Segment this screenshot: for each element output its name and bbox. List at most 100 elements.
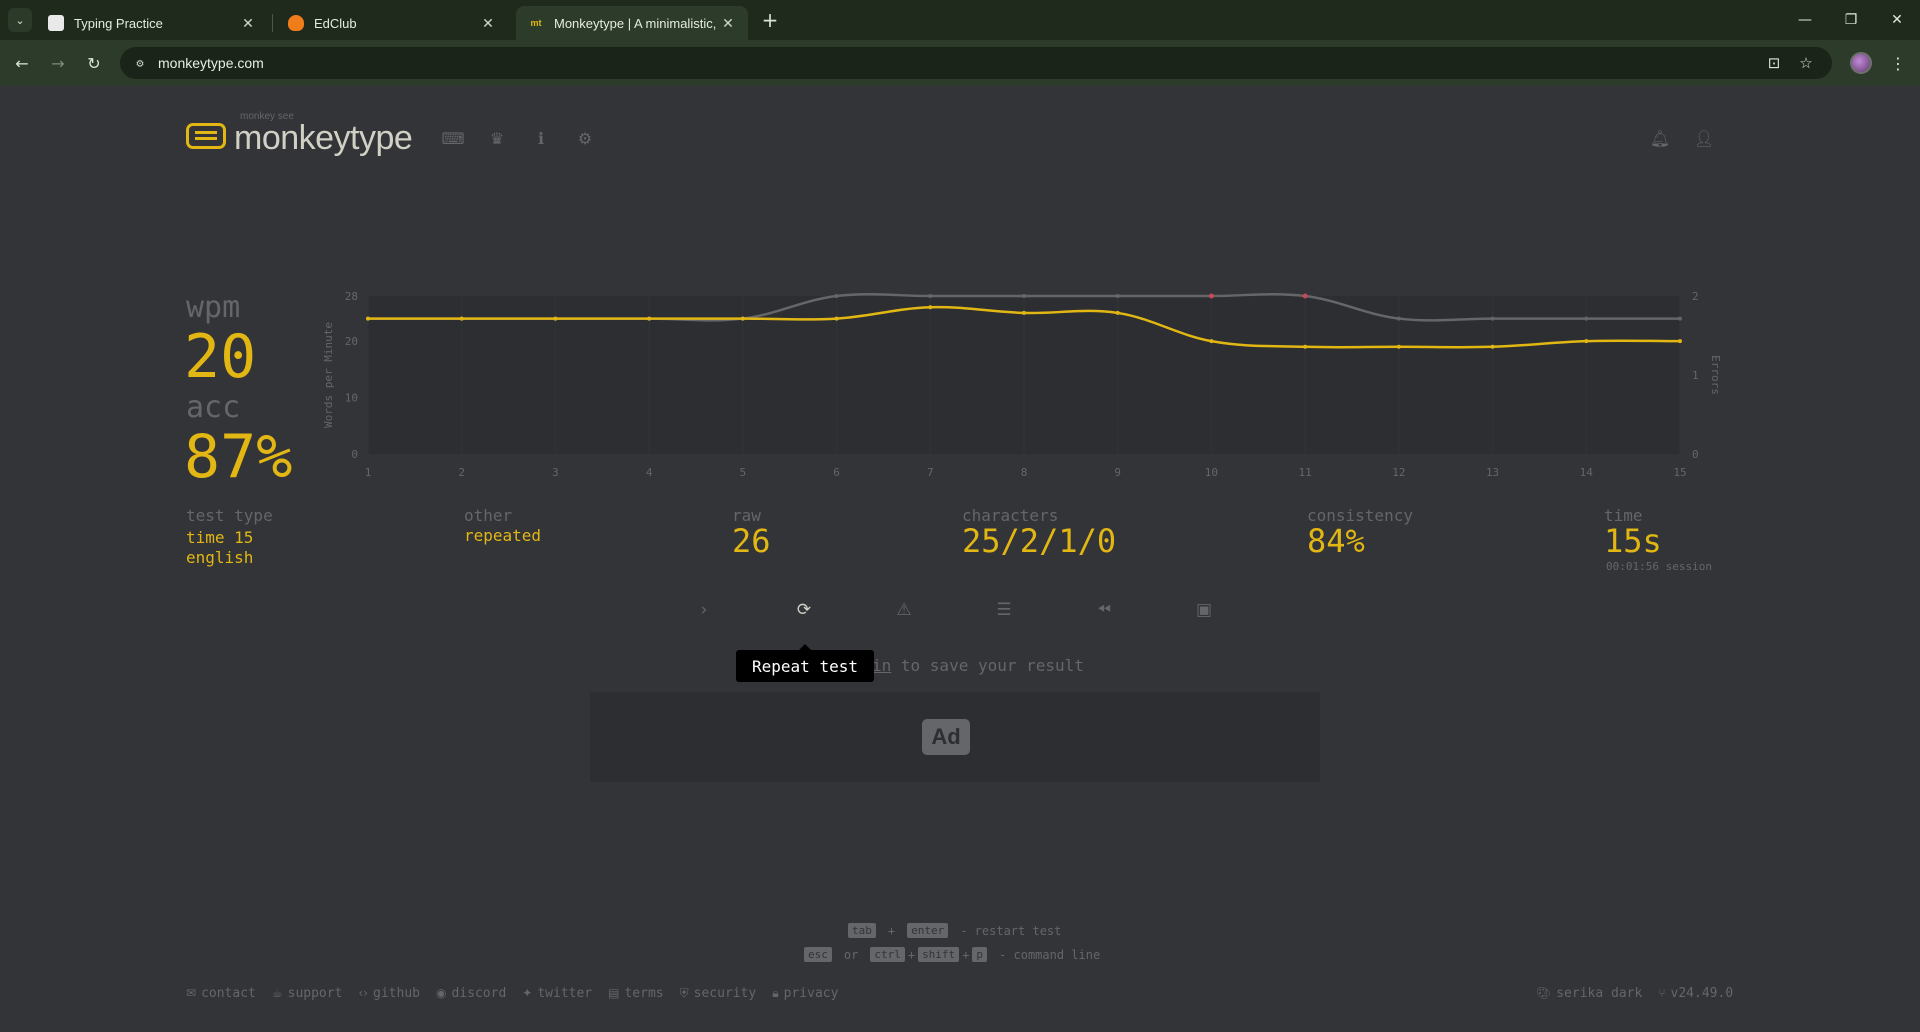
- key-shift: shift: [918, 947, 960, 962]
- tab-title: Typing Practice: [74, 15, 163, 31]
- install-app-icon[interactable]: ⊡: [1758, 47, 1790, 79]
- palette-icon: 🎨︎: [1536, 986, 1552, 1000]
- raw-wpm-point: [1678, 316, 1682, 321]
- other-value: repeated: [464, 526, 542, 545]
- restore-button[interactable]: ❐: [1828, 0, 1874, 40]
- x-tick-label: 7: [927, 466, 934, 479]
- tab-typing-practice[interactable]: Typing Practice ✕: [36, 6, 268, 40]
- reload-button[interactable]: ↻: [80, 49, 108, 77]
- window-close-button[interactable]: ✕: [1874, 0, 1920, 40]
- lock-icon: 🔒︎: [772, 986, 779, 1000]
- tab-separator: [272, 14, 273, 32]
- restart-text: - restart test: [960, 923, 1062, 938]
- error-point: [1302, 293, 1308, 299]
- x-tick-label: 14: [1580, 466, 1594, 479]
- code-branch-icon: ⑂: [1658, 986, 1666, 1000]
- restart-hint: tab + enter - restart test: [848, 923, 1066, 938]
- raw-wpm-point: [1115, 294, 1120, 298]
- tab-title: Monkeytype | A minimalistic, cu: [554, 15, 720, 31]
- footer-right: 🎨︎ serika dark ⑂ v24.49.0: [1536, 986, 1733, 1001]
- footer-contact[interactable]: ✉ contact: [186, 986, 256, 1001]
- info-icon[interactable]: ℹ: [529, 126, 553, 150]
- crown-icon[interactable]: ♛: [485, 126, 509, 150]
- wpm-point: [1115, 310, 1120, 315]
- theme-button[interactable]: 🎨︎ serika dark: [1536, 986, 1642, 1001]
- footer-twitter[interactable]: ✦ twitter: [522, 986, 592, 1001]
- version-button[interactable]: ⑂ v24.49.0: [1658, 986, 1733, 1001]
- tab-monkeytype[interactable]: mt Monkeytype | A minimalistic, cu ✕: [516, 6, 748, 40]
- settings-gear-icon[interactable]: ⚙: [573, 126, 597, 150]
- wpm-point: [834, 316, 839, 321]
- close-icon[interactable]: ✕: [240, 15, 256, 32]
- session-time: 00:01:56 session: [1606, 560, 1712, 573]
- consistency-value: 84%: [1307, 522, 1365, 560]
- wpm-point: [553, 316, 558, 321]
- wpm-point: [366, 316, 370, 321]
- footer-github[interactable]: ‹› github: [358, 986, 420, 1001]
- raw-wpm-point: [1396, 316, 1401, 321]
- repeat-test-icon[interactable]: ⟳: [788, 594, 820, 626]
- document-icon: ▤: [608, 986, 620, 1000]
- acc-label: acc: [186, 390, 241, 425]
- logo[interactable]: monkey see monkeytype: [186, 111, 413, 158]
- x-tick-label: 5: [740, 466, 747, 479]
- wpm-point: [1209, 339, 1214, 344]
- footer-privacy[interactable]: 🔒︎ privacy: [772, 986, 838, 1001]
- raw-wpm-point: [1022, 294, 1026, 298]
- login-link[interactable]: in: [872, 656, 891, 675]
- key-esc: esc: [804, 947, 832, 962]
- key-ctrl: ctrl: [870, 947, 905, 962]
- page-scrollbar[interactable]: [1914, 86, 1920, 1032]
- x-tick-label: 10: [1205, 466, 1218, 479]
- footer-discord[interactable]: ◉ discord: [436, 986, 506, 1001]
- footer-support[interactable]: ☕ support: [272, 986, 343, 1001]
- mt-icon: mt: [530, 18, 542, 28]
- tab-edclub[interactable]: EdClub ✕: [276, 6, 508, 40]
- url-text: monkeytype.com: [158, 55, 264, 71]
- replay-icon[interactable]: ⏪︎: [1088, 594, 1120, 626]
- flame-icon: [288, 15, 304, 31]
- profile-avatar[interactable]: [1850, 52, 1872, 74]
- new-tab-button[interactable]: +: [758, 8, 782, 32]
- close-icon[interactable]: ✕: [480, 15, 496, 32]
- ad-badge: Ad: [922, 719, 970, 755]
- footer-terms[interactable]: ▤ terms: [608, 986, 663, 1001]
- words-history-icon[interactable]: ☰: [988, 594, 1020, 626]
- wpm-point: [928, 305, 933, 310]
- warning-icon[interactable]: ⚠: [888, 594, 920, 626]
- x-tick-label: 15: [1673, 466, 1686, 479]
- test-type-label: test type: [186, 506, 273, 525]
- forward-button[interactable]: →: [44, 49, 72, 77]
- footer-links: ✉ contact ☕ support ‹› github ◉ discord ✦ twi…: [186, 986, 838, 1001]
- screenshot-icon[interactable]: ▣: [1188, 594, 1220, 626]
- x-tick-label: 1: [365, 466, 372, 479]
- close-icon[interactable]: ✕: [720, 15, 736, 32]
- key-enter: enter: [907, 923, 949, 938]
- back-button[interactable]: ←: [8, 49, 36, 77]
- login-message-text: to save your result: [891, 656, 1084, 675]
- x-tick-label: 11: [1299, 466, 1312, 479]
- code-icon: ‹›: [358, 986, 369, 1000]
- x-tick-label: 6: [833, 466, 840, 479]
- x-tick-label: 12: [1392, 466, 1405, 479]
- y-tick-label: 10: [345, 392, 358, 405]
- time-value: 15s: [1604, 522, 1662, 560]
- y-axis-label: Words per Minute: [322, 322, 335, 428]
- address-bar[interactable]: ⚙ monkeytype.com ⊡ ☆: [120, 47, 1832, 79]
- keyboard-icon[interactable]: ⌨: [441, 126, 465, 150]
- raw-wpm-point: [1490, 316, 1495, 321]
- tab-search-button[interactable]: ⌄: [8, 8, 32, 32]
- plus-sign: +: [887, 923, 896, 938]
- minimize-button[interactable]: —: [1782, 0, 1828, 40]
- next-test-icon[interactable]: ›: [688, 594, 720, 626]
- tab-title: EdClub: [314, 15, 357, 31]
- keyboard-logo-icon: [186, 122, 226, 149]
- browser-menu-icon[interactable]: ⋮: [1884, 49, 1912, 77]
- wpm-value: 20: [184, 322, 257, 392]
- site-settings-icon[interactable]: ⚙: [132, 55, 148, 71]
- user-account-icon[interactable]: 👤︎: [1692, 126, 1716, 150]
- footer-security[interactable]: ⛨ security: [680, 986, 757, 1001]
- notification-bell-icon[interactable]: 🔔︎: [1648, 126, 1672, 150]
- command-line-hint: esc or ctrl + shift + p - command line: [804, 947, 1105, 962]
- bookmark-star-icon[interactable]: ☆: [1790, 47, 1822, 79]
